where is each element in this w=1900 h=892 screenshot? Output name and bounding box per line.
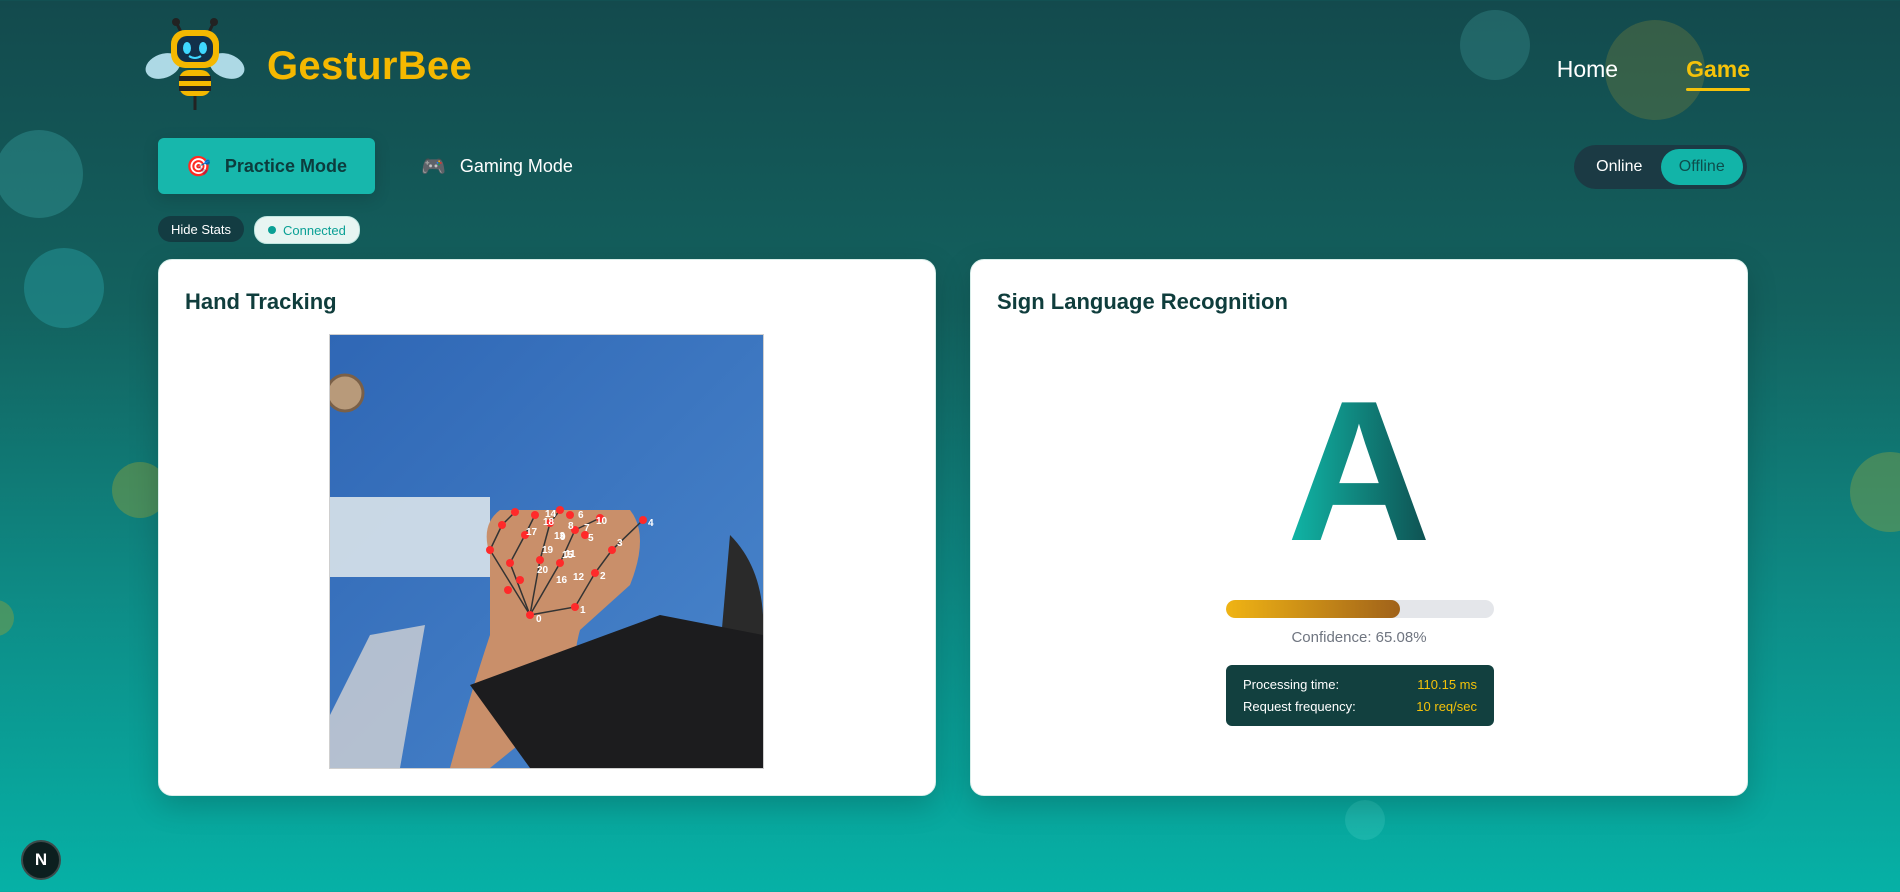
hide-stats-button[interactable]: Hide Stats bbox=[158, 216, 244, 242]
landmark-label: 12 bbox=[573, 572, 585, 583]
recognized-letter-glyph: A bbox=[1287, 360, 1431, 583]
landmark-label: 8 bbox=[568, 521, 574, 532]
mode-switcher: 🎯 Practice Mode 🎮 Gaming Mode bbox=[158, 138, 601, 194]
stats-label: Processing time: bbox=[1243, 676, 1340, 692]
recognized-letter: A bbox=[971, 360, 1747, 592]
confidence-text: Confidence: 65.08% bbox=[1291, 629, 1427, 646]
webcam-feed: 0 1 2 3 4 5 6 7 8 9 10 11 12 13 14 15 16… bbox=[329, 334, 764, 769]
landmark-label: 0 bbox=[536, 614, 542, 625]
landmark-label: 18 bbox=[543, 517, 555, 528]
stats-panel: Processing time: 110.15 ms Request frequ… bbox=[1226, 665, 1494, 726]
webcam-scene: 0 1 2 3 4 5 6 7 8 9 10 11 12 13 14 15 16… bbox=[330, 335, 763, 768]
stats-value: 10 req/sec bbox=[1416, 698, 1477, 714]
nav-home[interactable]: Home bbox=[1557, 56, 1618, 83]
landmark-label: 1 bbox=[580, 605, 586, 616]
confidence-bar-fill bbox=[1226, 600, 1401, 618]
connection-status-text: Connected bbox=[282, 222, 346, 238]
recognition-card: Sign Language Recognition A Confidence: … bbox=[970, 259, 1748, 796]
landmark-label: 6 bbox=[578, 510, 584, 521]
confidence-bar bbox=[1226, 600, 1494, 618]
stats-row-frequency: Request frequency: 10 req/sec bbox=[1243, 695, 1477, 717]
svg-text:A: A bbox=[1287, 385, 1431, 560]
brand-name[interactable]: GesturBee bbox=[267, 44, 472, 89]
status-pills: Hide Stats Connected bbox=[158, 216, 360, 244]
bokeh-decoration bbox=[1850, 452, 1900, 532]
stats-value: 110.15 ms bbox=[1417, 676, 1477, 692]
bokeh-decoration bbox=[0, 600, 14, 636]
gaming-mode-label: Gaming Mode bbox=[459, 155, 573, 176]
status-dot-icon bbox=[267, 226, 276, 234]
header: GesturBee bbox=[143, 18, 472, 114]
practice-mode-label: Practice Mode bbox=[224, 155, 347, 176]
toggle-offline[interactable]: Offline bbox=[1660, 149, 1743, 185]
practice-mode-button[interactable]: 🎯 Practice Mode bbox=[158, 138, 375, 194]
hand-tracking-title: Hand Tracking bbox=[185, 289, 337, 314]
landmark-label: 5 bbox=[588, 533, 594, 544]
stats-label: Request frequency: bbox=[1243, 698, 1356, 714]
landmark-label: 7 bbox=[584, 523, 590, 534]
landmark-label: 4 bbox=[648, 518, 654, 529]
bokeh-decoration bbox=[0, 130, 83, 218]
gamepad-icon: 🎮 bbox=[420, 155, 446, 178]
landmark-label: 15 bbox=[562, 550, 574, 561]
target-icon: 🎯 bbox=[186, 155, 211, 178]
gaming-mode-button[interactable]: 🎮 Gaming Mode bbox=[393, 138, 601, 194]
stats-row-processing: Processing time: 110.15 ms bbox=[1243, 673, 1477, 695]
landmark-label: 19 bbox=[542, 545, 554, 556]
bee-robot-icon[interactable] bbox=[143, 18, 247, 114]
landmark-label: 3 bbox=[617, 538, 623, 549]
landmark-label: 10 bbox=[596, 516, 608, 527]
landmark-label: 20 bbox=[537, 565, 549, 576]
bokeh-decoration bbox=[1345, 800, 1385, 840]
landmark-label: 2 bbox=[600, 571, 606, 582]
bokeh-decoration bbox=[1460, 10, 1530, 80]
recognition-title: Sign Language Recognition bbox=[997, 289, 1288, 314]
bokeh-decoration bbox=[24, 248, 104, 328]
online-offline-toggle[interactable]: Online Offline bbox=[1574, 145, 1747, 189]
landmark-label: 17 bbox=[526, 527, 538, 538]
landmark-label: 16 bbox=[556, 575, 568, 586]
nav-game[interactable]: Game bbox=[1686, 56, 1750, 91]
dev-tools-badge[interactable]: N bbox=[21, 840, 61, 880]
top-nav: Home Game bbox=[1557, 56, 1750, 91]
toggle-online[interactable]: Online bbox=[1578, 149, 1661, 185]
connection-status-badge: Connected bbox=[253, 216, 360, 244]
hand-tracking-card: Hand Tracking 0 1 2 3 4 5 6 7 8 9 10 11 … bbox=[158, 259, 936, 796]
landmark-label: 13 bbox=[554, 531, 566, 542]
